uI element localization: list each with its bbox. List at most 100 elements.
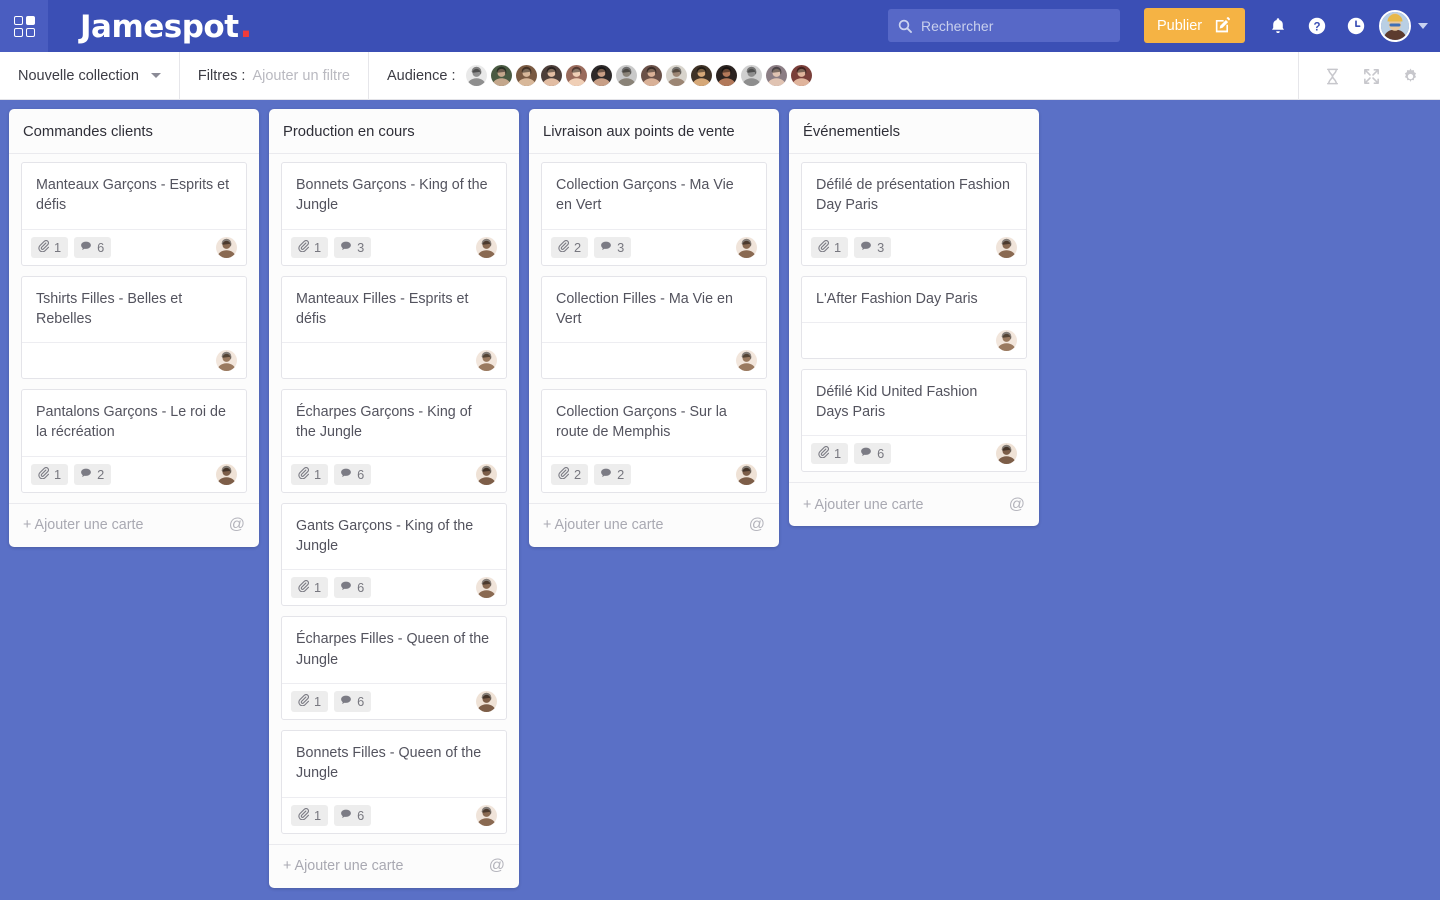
comment-badge[interactable]: 3 bbox=[594, 236, 632, 258]
card-assignee-avatar[interactable] bbox=[996, 443, 1017, 465]
add-card-button[interactable]: + Ajouter une carte @ bbox=[9, 502, 259, 547]
mention-icon[interactable]: @ bbox=[1009, 496, 1025, 514]
audience-avatar-11[interactable] bbox=[715, 65, 737, 86]
kanban-column: Commandes clients Manteaux Garçons - Espr… bbox=[9, 109, 259, 547]
collection-selector[interactable]: Nouvelle collection bbox=[0, 52, 179, 100]
card-assignee-avatar[interactable] bbox=[736, 236, 757, 258]
audience-avatar-2[interactable] bbox=[490, 65, 512, 86]
comment-badge[interactable]: 2 bbox=[74, 463, 112, 485]
comment-badge[interactable]: 3 bbox=[334, 236, 372, 258]
card-assignee-avatar[interactable] bbox=[476, 463, 497, 485]
kanban-card[interactable]: Défilé de présentation Fashion Day Paris… bbox=[801, 162, 1027, 266]
card-assignee-avatar[interactable] bbox=[996, 236, 1017, 258]
add-card-button[interactable]: + Ajouter une carte @ bbox=[529, 502, 779, 547]
history-clock-icon[interactable] bbox=[1346, 16, 1366, 36]
attachment-badge[interactable]: 1 bbox=[31, 463, 69, 485]
comment-badge[interactable]: 6 bbox=[334, 463, 372, 485]
comment-count: 6 bbox=[877, 446, 885, 462]
kanban-card[interactable]: Collection Garçons - Sur la route de Mem… bbox=[541, 389, 767, 493]
search-box[interactable] bbox=[888, 9, 1120, 42]
comment-badge[interactable]: 6 bbox=[334, 577, 372, 599]
attachment-badge[interactable]: 1 bbox=[291, 804, 329, 826]
card-assignee-avatar[interactable] bbox=[736, 463, 757, 485]
kanban-card[interactable]: Collection Filles - Ma Vie en Vert bbox=[541, 275, 767, 380]
audience-avatar-13[interactable] bbox=[765, 65, 787, 86]
audience-avatar-9[interactable] bbox=[665, 65, 687, 86]
comment-badge[interactable]: 6 bbox=[854, 443, 892, 465]
kanban-card[interactable]: Pantalons Garçons - Le roi de la récréat… bbox=[21, 389, 247, 493]
attachment-badge[interactable]: 1 bbox=[291, 236, 329, 258]
comment-badge[interactable]: 6 bbox=[334, 690, 372, 712]
audience-avatar-1[interactable] bbox=[465, 65, 487, 86]
filters-control[interactable]: Filtres : Ajouter un filtre bbox=[180, 52, 368, 100]
add-card-button[interactable]: + Ajouter une carte @ bbox=[269, 843, 519, 888]
audience-avatar-7[interactable] bbox=[615, 65, 637, 86]
card-assignee-avatar[interactable] bbox=[476, 690, 497, 712]
kanban-card[interactable]: Défilé Kid United Fashion Days Paris 1 6 bbox=[801, 368, 1027, 473]
card-assignee-avatar[interactable] bbox=[216, 236, 237, 258]
mention-icon[interactable]: @ bbox=[749, 516, 765, 534]
kanban-card[interactable]: Collection Garçons - Ma Vie en Vert 2 3 bbox=[541, 162, 767, 266]
grid-apps-glyph bbox=[13, 15, 35, 37]
kanban-card[interactable]: Écharpes Garçons - King of the Jungle 1 6 bbox=[281, 389, 507, 493]
kanban-card[interactable]: Manteaux Garçons - Esprits et défis 1 6 bbox=[21, 162, 247, 266]
attachment-badge[interactable]: 2 bbox=[551, 236, 589, 258]
user-avatar[interactable] bbox=[1379, 10, 1411, 42]
kanban-card[interactable]: Bonnets Garçons - King of the Jungle 1 3 bbox=[281, 162, 507, 266]
mention-icon[interactable]: @ bbox=[229, 516, 245, 534]
kanban-card[interactable]: L'After Fashion Day Paris bbox=[801, 275, 1027, 359]
notifications-bell-icon[interactable] bbox=[1268, 16, 1288, 36]
fullscreen-expand-icon[interactable] bbox=[1362, 67, 1381, 86]
chevron-down-icon[interactable] bbox=[1418, 23, 1428, 29]
attachment-badge[interactable]: 1 bbox=[811, 236, 849, 258]
kanban-card[interactable]: Gants Garçons - King of the Jungle 1 6 bbox=[281, 502, 507, 607]
comment-badge[interactable]: 3 bbox=[854, 236, 892, 258]
attachment-badge[interactable]: 1 bbox=[31, 236, 69, 258]
grid-apps-icon[interactable] bbox=[0, 0, 48, 52]
card-footer: 12 bbox=[22, 457, 246, 492]
comment-badge[interactable]: 6 bbox=[334, 804, 372, 826]
hourglass-icon[interactable] bbox=[1323, 67, 1342, 86]
compose-icon bbox=[1215, 17, 1231, 33]
attachment-badge[interactable]: 1 bbox=[811, 443, 849, 465]
header-icon-group: ? bbox=[1268, 0, 1366, 52]
comment-badge[interactable]: 6 bbox=[74, 236, 112, 258]
card-assignee-avatar[interactable] bbox=[476, 236, 497, 258]
card-assignee-avatar[interactable] bbox=[476, 350, 497, 372]
filter-toolbar: Nouvelle collection Filtres : Ajouter un… bbox=[0, 51, 1440, 100]
settings-gear-icon[interactable] bbox=[1401, 67, 1420, 86]
help-question-icon[interactable]: ? bbox=[1307, 16, 1327, 36]
kanban-card[interactable]: Bonnets Filles - Queen of the Jungle 1 6 bbox=[281, 729, 507, 834]
audience-avatar-4[interactable] bbox=[540, 65, 562, 86]
audience-avatar-8[interactable] bbox=[640, 65, 662, 86]
user-menu[interactable] bbox=[1379, 0, 1428, 52]
audience-avatar-12[interactable] bbox=[740, 65, 762, 86]
card-footer: 16 bbox=[282, 684, 506, 719]
audience-avatar-5[interactable] bbox=[565, 65, 587, 86]
audience-avatar-6[interactable] bbox=[590, 65, 612, 86]
attachment-badge[interactable]: 1 bbox=[291, 463, 329, 485]
card-assignee-avatar[interactable] bbox=[476, 577, 497, 599]
add-card-button[interactable]: + Ajouter une carte @ bbox=[789, 482, 1039, 526]
publish-button[interactable]: Publier bbox=[1144, 8, 1246, 43]
filters-placeholder[interactable]: Ajouter un filtre bbox=[252, 68, 350, 84]
card-assignee-avatar[interactable] bbox=[476, 804, 497, 826]
audience-avatar-10[interactable] bbox=[690, 65, 712, 86]
card-assignee-avatar[interactable] bbox=[216, 350, 237, 372]
card-assignee-avatar[interactable] bbox=[736, 350, 757, 372]
chevron-down-icon[interactable] bbox=[150, 73, 161, 78]
attachment-badge[interactable]: 2 bbox=[551, 463, 589, 485]
card-assignee-avatar[interactable] bbox=[996, 329, 1017, 351]
card-assignee-avatar[interactable] bbox=[216, 463, 237, 485]
attachment-badge[interactable]: 1 bbox=[291, 577, 329, 599]
search-input[interactable] bbox=[921, 17, 1110, 34]
attachment-badge[interactable]: 1 bbox=[291, 690, 329, 712]
brand-logo[interactable]: Jamespot. bbox=[80, 6, 252, 46]
comment-badge[interactable]: 2 bbox=[594, 463, 632, 485]
audience-avatar-14[interactable] bbox=[790, 65, 812, 86]
kanban-card[interactable]: Écharpes Filles - Queen of the Jungle 1 6 bbox=[281, 616, 507, 720]
kanban-card[interactable]: Tshirts Filles - Belles et Rebelles bbox=[21, 275, 247, 380]
kanban-card[interactable]: Manteaux Filles - Esprits et défis bbox=[281, 275, 507, 380]
audience-avatar-3[interactable] bbox=[515, 65, 537, 86]
mention-icon[interactable]: @ bbox=[489, 857, 505, 875]
